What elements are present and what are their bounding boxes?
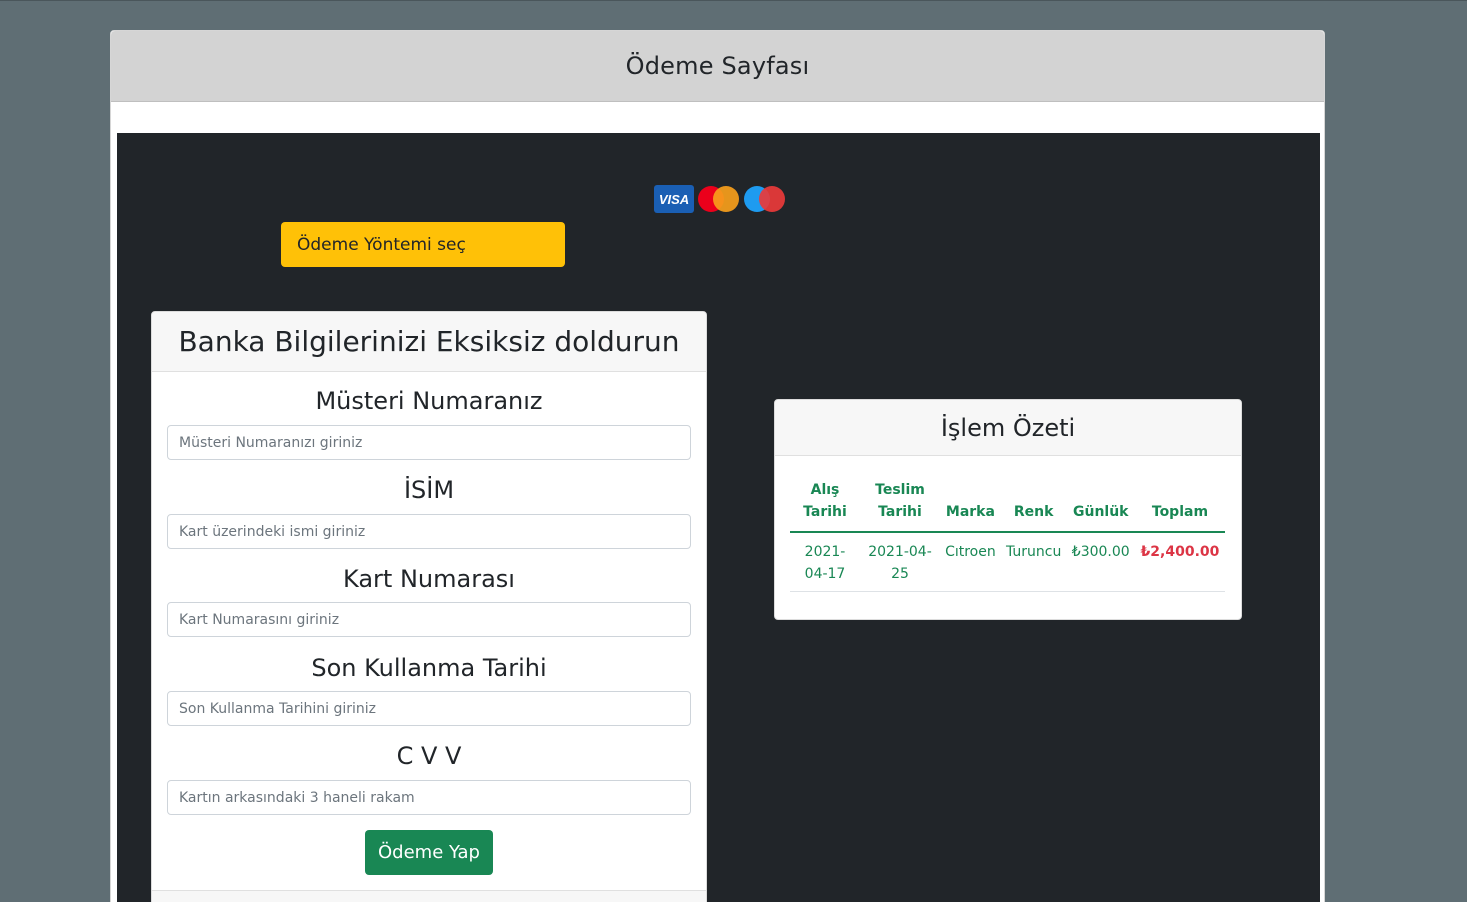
maestro-logo-icon	[744, 185, 786, 213]
column-header: Teslim Tarihi	[860, 475, 940, 533]
bank-card-header: Banka Bilgilerinizi Eksiksiz doldurun	[152, 312, 706, 372]
total-price-cell: ₺2,400.00	[1134, 532, 1225, 592]
card-number-label: Kart Numarası	[343, 565, 515, 593]
card-name-input[interactable]	[167, 514, 691, 549]
cvv-input[interactable]	[167, 780, 691, 815]
bank-info-card: Banka Bilgilerinizi Eksiksiz doldurun Mü…	[151, 311, 707, 902]
mastercard-logo-icon	[698, 185, 740, 213]
brand-cell: Cıtroen	[940, 532, 1001, 592]
expiry-date-label: Son Kullanma Tarihi	[311, 654, 547, 682]
select-payment-method-button[interactable]: Ödeme Yöntemi seç	[281, 222, 565, 267]
pay-button[interactable]: Ödeme Yap	[365, 830, 493, 875]
page-container: Ödeme Sayfası VISA Ödeme Yöntemi seç Ban…	[110, 30, 1325, 902]
visa-logo-icon: VISA	[654, 185, 694, 213]
page-header: Ödeme Sayfası	[111, 31, 1324, 102]
payment-panel: VISA Ödeme Yöntemi seç Banka Bilgilerini…	[117, 133, 1320, 902]
summary-card-header: İşlem Özeti	[775, 400, 1241, 456]
column-header: Renk	[1000, 475, 1067, 533]
delivery-date-cell: 2021-04-25	[860, 532, 940, 592]
table-header-row: Alış Tarihi Teslim Tarihi Marka Renk Gün…	[790, 475, 1225, 533]
expiry-date-input[interactable]	[167, 691, 691, 726]
customer-number-label: Müsteri Numaranız	[315, 387, 543, 415]
bank-card-footer	[152, 890, 706, 902]
customer-number-input[interactable]	[167, 425, 691, 460]
bank-card-title: Banka Bilgilerinizi Eksiksiz doldurun	[178, 325, 680, 358]
pickup-date-cell: 2021-04-17	[790, 532, 860, 592]
summary-table: Alış Tarihi Teslim Tarihi Marka Renk Gün…	[790, 475, 1225, 592]
color-cell: Turuncu	[1000, 532, 1067, 592]
transaction-summary-card: İşlem Özeti Alış Tarihi Teslim Tarihi Ma…	[774, 399, 1242, 620]
column-header: Marka	[940, 475, 1001, 533]
top-border	[0, 0, 1467, 1]
column-header: Toplam	[1134, 475, 1225, 533]
summary-title: İşlem Özeti	[940, 413, 1076, 442]
name-label: İSİM	[403, 476, 455, 504]
page-title: Ödeme Sayfası	[625, 52, 810, 80]
payment-logos: VISA	[654, 184, 786, 214]
column-header: Günlük	[1066, 475, 1135, 533]
column-header: Alış Tarihi	[790, 475, 860, 533]
daily-price-cell: ₺300.00	[1066, 532, 1135, 592]
table-row: 2021-04-17 2021-04-25 Cıtroen Turuncu ₺3…	[790, 532, 1225, 592]
cvv-label: C V V	[396, 742, 462, 770]
card-number-input[interactable]	[167, 602, 691, 637]
